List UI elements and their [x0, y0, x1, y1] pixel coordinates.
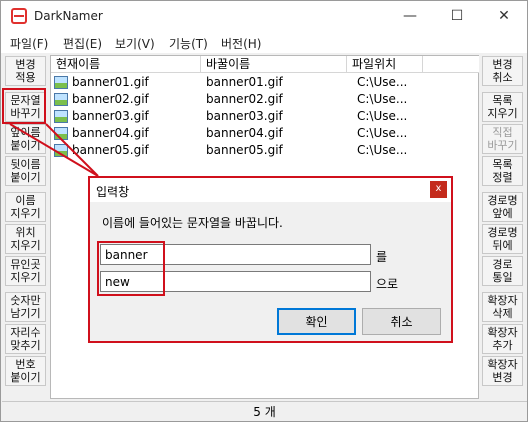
column-filler — [423, 56, 479, 73]
menu-file[interactable]: 파일(F) — [10, 35, 48, 52]
column-path[interactable]: 파일위치 — [347, 56, 423, 73]
image-file-icon — [54, 76, 68, 89]
keep-digits-button[interactable]: 숫자만 남기기 — [5, 292, 46, 322]
path-after-button[interactable]: 경로명 뒤에 — [482, 224, 523, 254]
title-bar[interactable]: DarkNamer — ☐ ✕ — [1, 1, 527, 31]
undo-changes-button[interactable]: 변경 취소 — [482, 56, 523, 86]
remove-extension-button[interactable]: 확장자 삭제 — [482, 292, 523, 322]
pad-digits-button[interactable]: 자리수 맞추기 — [5, 324, 46, 354]
prepend-name-button[interactable]: 앞이름 붙이기 — [5, 124, 46, 154]
row-path: C:\Use... — [357, 75, 408, 89]
image-file-icon — [54, 144, 68, 157]
find-suffix: 를 — [376, 250, 388, 264]
row-current-name: banner01.gif — [72, 75, 149, 89]
delete-position-button[interactable]: 위치 지우기 — [5, 224, 46, 254]
row-path: C:\Use... — [357, 92, 408, 106]
delete-enclosed-button[interactable]: 뮤인곳 지우기 — [5, 256, 46, 286]
unify-path-button[interactable]: 경로 통일 — [482, 256, 523, 286]
dialog-close-button[interactable]: x — [430, 181, 447, 198]
dialog-prompt: 이름에 들어있는 문자열을 바꿉니다. — [102, 216, 283, 230]
annotation-highlight-replace-button — [2, 88, 46, 124]
apply-changes-button[interactable]: 변경 적용 — [5, 56, 46, 86]
right-toolbar: 변경 취소 목록 지우기 직접 바꾸기 목록 정렬 경로명 앞에 경로명 뒤에 … — [482, 56, 524, 396]
row-new-name: banner03.gif — [206, 109, 283, 123]
column-current-name[interactable]: 현재이름 — [51, 56, 201, 73]
cancel-button[interactable]: 취소 — [362, 308, 441, 335]
menu-version[interactable]: 버전(H) — [221, 35, 261, 52]
row-new-name: banner04.gif — [206, 126, 283, 140]
menu-tools[interactable]: 기능(T) — [169, 35, 208, 52]
menu-bar: 파일(F) 편집(E) 보기(V) 기능(T) 버전(H) — [1, 31, 527, 53]
row-path: C:\Use... — [357, 109, 408, 123]
window-title: DarkNamer — [34, 9, 103, 23]
delete-name-button[interactable]: 이름 지우기 — [5, 192, 46, 222]
maximize-button[interactable]: ☐ — [434, 1, 480, 31]
direct-edit-button[interactable]: 직접 바꾸기 — [482, 124, 523, 154]
image-file-icon — [54, 93, 68, 106]
add-extension-button[interactable]: 확장자 추가 — [482, 324, 523, 354]
table-row[interactable]: banner04.gif banner04.gif C:\Use... — [51, 125, 479, 142]
path-before-button[interactable]: 경로명 앞에 — [482, 192, 523, 222]
row-new-name: banner05.gif — [206, 143, 283, 157]
row-path: C:\Use... — [357, 143, 408, 157]
annotation-highlight-inputs — [97, 241, 165, 296]
table-row[interactable]: banner01.gif banner01.gif C:\Use... — [51, 74, 479, 91]
dialog-title: 입력창 — [96, 185, 130, 199]
row-current-name: banner03.gif — [72, 109, 149, 123]
close-button[interactable]: ✕ — [481, 1, 527, 31]
status-bar: 5 개 — [2, 401, 527, 421]
table-row[interactable]: banner05.gif banner05.gif C:\Use... — [51, 142, 479, 159]
table-row[interactable]: banner02.gif banner02.gif C:\Use... — [51, 91, 479, 108]
file-count: 5 개 — [253, 405, 276, 419]
dialog-title-bar[interactable]: 입력창 x — [90, 178, 451, 202]
table-row[interactable]: banner03.gif banner03.gif C:\Use... — [51, 108, 479, 125]
row-new-name: banner01.gif — [206, 75, 283, 89]
image-file-icon — [54, 110, 68, 123]
minimize-button[interactable]: — — [387, 1, 433, 31]
row-new-name: banner02.gif — [206, 92, 283, 106]
row-current-name: banner05.gif — [72, 143, 149, 157]
input-dialog: 입력창 x 이름에 들어있는 문자열을 바꿉니다. 를 으로 확인 취소 — [88, 176, 453, 343]
row-path: C:\Use... — [357, 126, 408, 140]
sort-list-button[interactable]: 목록 정렬 — [482, 156, 523, 186]
change-extension-button[interactable]: 확장자 변경 — [482, 356, 523, 386]
row-current-name: banner02.gif — [72, 92, 149, 106]
replace-suffix: 으로 — [376, 277, 399, 291]
ok-button[interactable]: 확인 — [277, 308, 356, 335]
menu-edit[interactable]: 편집(E) — [63, 35, 102, 52]
append-name-button[interactable]: 뒷이름 붙이기 — [5, 156, 46, 186]
clear-list-button[interactable]: 목록 지우기 — [482, 92, 523, 122]
app-icon — [11, 8, 27, 24]
column-new-name[interactable]: 바꿀이름 — [201, 56, 347, 73]
row-current-name: banner04.gif — [72, 126, 149, 140]
image-file-icon — [54, 127, 68, 140]
add-numbers-button[interactable]: 번호 붙이기 — [5, 356, 46, 386]
menu-view[interactable]: 보기(V) — [115, 35, 155, 52]
